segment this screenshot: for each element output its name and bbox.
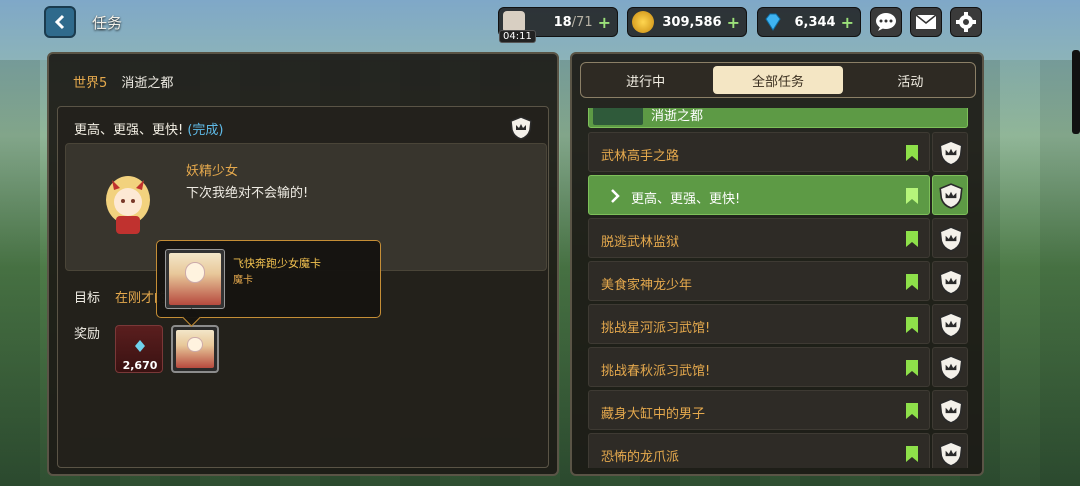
quest-row[interactable]: 恐怖的龙爪派	[588, 433, 970, 468]
quest-shield-button[interactable]	[932, 304, 968, 344]
quest-row[interactable]: 挑战春秋派习武馆!	[588, 347, 970, 387]
crown-shield-icon	[939, 183, 963, 209]
crown-shield-icon	[939, 355, 963, 381]
gold-coin-icon	[632, 11, 654, 33]
quest-list-panel: 进行中 全部任务 活动 消逝之都 武林高手之路 更高、更强、更快! 脱逃武林监狱	[570, 52, 984, 476]
gem-value: 6,344	[794, 14, 836, 30]
world-label: 世界5	[73, 76, 108, 91]
npc-dialog-line: 下次我绝对不会输的!	[186, 186, 309, 201]
reward-tooltip: 飞快奔跑少女魔卡 魔卡	[156, 240, 381, 318]
chat-icon	[876, 13, 896, 31]
gem-counter[interactable]: 6,344 +	[757, 7, 861, 37]
bookmark-icon	[906, 231, 918, 247]
npc-portrait	[96, 170, 160, 240]
add-stamina-icon[interactable]: +	[598, 13, 611, 32]
breadcrumb: 世界5 消逝之都	[73, 72, 173, 91]
crown-shield-icon	[939, 226, 963, 252]
back-button[interactable]	[44, 6, 76, 38]
top-bar: 任务 18/71 + 04:11 309,586 + 6,344 +	[0, 0, 1080, 44]
quest-row-label: 恐怖的龙爪派	[601, 450, 680, 465]
magic-card-icon	[176, 330, 214, 368]
page-title: 任务	[92, 14, 123, 32]
tab-in-progress[interactable]: 进行中	[581, 63, 710, 97]
gold-value: 309,586	[662, 14, 722, 30]
bookmark-icon	[906, 446, 918, 462]
crown-shield-icon	[939, 312, 963, 338]
crown-shield-icon	[939, 140, 963, 166]
tab-all-quests[interactable]: 全部任务	[713, 66, 843, 94]
bookmark-icon	[906, 145, 918, 161]
mail-icon	[915, 14, 937, 29]
side-scroll-handle[interactable]	[1072, 50, 1080, 134]
reward-label: 奖励	[74, 327, 101, 342]
zone-label: 消逝之都	[121, 76, 174, 91]
quest-detail-panel: 世界5 消逝之都 更高、更强、更快! (完成) 妖精少女 下次我绝对不会输的!	[47, 52, 559, 476]
quest-list[interactable]: 消逝之都 武林高手之路 更高、更强、更快! 脱逃武林监狱 美食家神龙少年 挑战星…	[588, 108, 970, 468]
quest-title: 更高、更强、更快! (完成)	[74, 119, 224, 138]
quest-shield-button[interactable]	[932, 218, 968, 258]
diamond-icon	[762, 11, 784, 33]
tooltip-item-type: 魔卡	[233, 275, 253, 286]
quest-row[interactable]: 武林高手之路	[588, 132, 970, 172]
bookmark-icon	[906, 274, 918, 290]
settings-gear-icon	[956, 12, 976, 32]
quest-row-label: 更高、更强、更快!	[631, 192, 741, 207]
tooltip-card-image	[165, 249, 225, 309]
goal-label: 目标	[74, 291, 101, 306]
chevron-right-icon	[611, 189, 620, 203]
tab-events[interactable]: 活动	[846, 63, 975, 97]
bookmark-icon	[906, 360, 918, 376]
quest-row-label: 挑战春秋派习武馆!	[601, 364, 711, 379]
quest-row[interactable]: 挑战星河派习武馆!	[588, 304, 970, 344]
quest-shield-button[interactable]	[932, 132, 968, 172]
stamina-max: 71	[576, 14, 593, 30]
quest-row[interactable]: 美食家神龙少年	[588, 261, 970, 301]
crown-shield-icon	[939, 441, 963, 467]
crown-shield-icon[interactable]	[508, 115, 534, 141]
reward-card-slot[interactable]	[171, 325, 219, 373]
quest-shield-button[interactable]	[932, 261, 968, 301]
bookmark-icon	[906, 188, 918, 204]
quest-shield-button[interactable]	[932, 433, 968, 468]
mail-button[interactable]	[910, 7, 942, 37]
crown-shield-icon	[939, 269, 963, 295]
quest-row-label: 武林高手之路	[601, 149, 680, 164]
bookmark-icon	[906, 403, 918, 419]
quest-row[interactable]: 脱逃武林监狱	[588, 218, 970, 258]
quest-row-label: 挑战星河派习武馆!	[601, 321, 711, 336]
quest-shield-button[interactable]	[932, 175, 968, 215]
tooltip-item-name: 飞快奔跑少女魔卡	[233, 257, 321, 270]
add-gold-icon[interactable]: +	[727, 13, 740, 32]
npc-name: 妖精少女	[186, 164, 239, 179]
zone-group-header[interactable]: 消逝之都	[588, 108, 968, 128]
quest-shield-button[interactable]	[932, 390, 968, 430]
bookmark-icon	[906, 317, 918, 333]
quest-title-text: 更高、更强、更快!	[74, 123, 184, 138]
settings-button[interactable]	[950, 7, 982, 37]
quest-row-label: 美食家神龙少年	[601, 278, 693, 293]
quest-row-label: 脱逃武林监狱	[601, 235, 680, 250]
quest-row[interactable]: 藏身大缸中的男子	[588, 390, 970, 430]
zone-group-label: 消逝之都	[651, 109, 704, 124]
add-gem-icon[interactable]: +	[841, 13, 854, 32]
chevron-left-icon	[54, 14, 65, 30]
chat-button[interactable]	[870, 7, 902, 37]
quest-row-active[interactable]: 更高、更强、更快!	[588, 175, 970, 215]
stamina-timer: 04:11	[499, 30, 536, 43]
stamina-current: 18	[553, 14, 572, 30]
reward-gem-slot[interactable]: 2,670	[115, 325, 163, 373]
quest-status: (完成)	[187, 123, 224, 138]
quest-tabs: 进行中 全部任务 活动	[580, 62, 976, 98]
quest-row-label: 藏身大缸中的男子	[601, 407, 706, 422]
zone-thumbnail	[593, 108, 643, 125]
quest-shield-button[interactable]	[932, 347, 968, 387]
reward-gem-amount: 2,670	[122, 359, 158, 372]
gem-icon	[135, 340, 145, 352]
crown-shield-icon	[939, 398, 963, 424]
gold-counter[interactable]: 309,586 +	[627, 7, 747, 37]
